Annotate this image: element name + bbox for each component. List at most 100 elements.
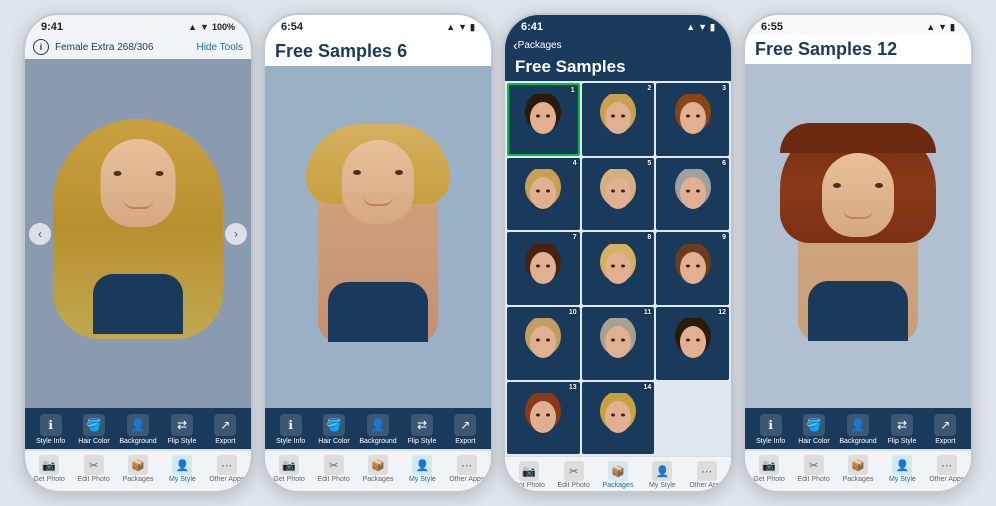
thumb-num-13: 13 bbox=[569, 384, 577, 391]
page-title-4: Free Samples 12 bbox=[755, 39, 961, 60]
tool-export-2[interactable]: ↗ Export bbox=[447, 414, 483, 445]
thumb-num-14: 14 bbox=[644, 384, 652, 391]
arrow-left-1[interactable]: ‹ bbox=[29, 223, 51, 245]
nav-my-style-3[interactable]: 👤 My Style bbox=[644, 461, 680, 489]
nav-label-4-4: Other Apps bbox=[929, 476, 964, 483]
tool-background-2[interactable]: 👤 Background bbox=[359, 414, 396, 445]
nav-packages-2[interactable]: 📦 Packages bbox=[360, 455, 396, 483]
get-photo-icon-4: 📷 bbox=[759, 455, 779, 475]
tool-hair-color-2[interactable]: 🪣 Hair Color bbox=[316, 414, 352, 445]
packages-nav-icon-2: 📦 bbox=[368, 455, 388, 475]
status-bar-2: 6:54 ▲ ▼ ▮ bbox=[265, 15, 491, 35]
wifi-icon-3: ▼ bbox=[698, 22, 707, 32]
smile-1 bbox=[123, 199, 153, 209]
nav-my-style-4[interactable]: 👤 My Style bbox=[884, 455, 920, 483]
nav-edit-photo-3[interactable]: ✂ Edit Photo bbox=[556, 461, 592, 489]
thumb-num-10: 10 bbox=[569, 309, 577, 316]
hair-thumb-1[interactable]: 1 bbox=[507, 83, 580, 156]
hair-thumb-2[interactable]: 2 bbox=[582, 83, 655, 156]
page-title-3: Free Samples bbox=[515, 57, 721, 77]
hair-thumb-3[interactable]: 3 bbox=[656, 83, 729, 156]
thumb-num-5: 5 bbox=[647, 160, 651, 167]
nav-other-apps-4[interactable]: ⋯ Other Apps bbox=[929, 455, 965, 483]
face-1 bbox=[101, 139, 176, 227]
eyes-1 bbox=[113, 171, 163, 176]
battery-icon-3: ▮ bbox=[710, 22, 715, 33]
back-button-3[interactable]: ‹ Packages bbox=[513, 37, 562, 53]
phone-screen-4: 6:55 ▲ ▼ ▮ Free Samples 12 bbox=[743, 13, 973, 493]
thumb-num-12: 12 bbox=[718, 309, 726, 316]
arrow-right-1[interactable]: › bbox=[225, 223, 247, 245]
nav-packages-4[interactable]: 📦 Packages bbox=[840, 455, 876, 483]
tool-flip-style-1[interactable]: ⇄ Flip Style bbox=[164, 414, 200, 445]
nav-label-other-apps-1: Other Apps bbox=[209, 476, 244, 483]
status-icons-1: ▲ ▼ 100% bbox=[188, 22, 235, 32]
tool-label-flip-style-1: Flip Style bbox=[168, 438, 197, 445]
nav-packages-3[interactable]: 📦 Packages bbox=[600, 461, 636, 489]
thumb-num-2: 2 bbox=[647, 85, 651, 92]
tool-style-info-4[interactable]: ℹ Style Info bbox=[753, 414, 789, 445]
nav-label-3-0: Got Photo bbox=[513, 482, 545, 489]
nav-get-photo-1[interactable]: 📷 Get Photo bbox=[31, 455, 67, 483]
edit-photo-nav-icon-2: ✂ bbox=[324, 455, 344, 475]
tool-export-4[interactable]: ↗ Export bbox=[927, 414, 963, 445]
nav-get-photo-2[interactable]: 📷 Get Photo bbox=[271, 455, 307, 483]
nav-label-4-2: Packages bbox=[843, 476, 874, 483]
nav-label-packages-1: Packages bbox=[123, 476, 154, 483]
tool-style-info-2[interactable]: ℹ Style Info bbox=[273, 414, 309, 445]
hair-thumb-12[interactable]: 12 bbox=[656, 307, 729, 380]
export-icon-2: ↗ bbox=[454, 414, 476, 436]
nav-get-photo-4[interactable]: 📷 Get Photo bbox=[751, 455, 787, 483]
nav-edit-photo-1[interactable]: ✂ Edit Photo bbox=[76, 455, 112, 483]
clothing-2 bbox=[328, 282, 428, 342]
tool-label-4-4: Export bbox=[935, 438, 955, 445]
time-2: 6:54 bbox=[281, 21, 303, 33]
nav-got-photo-3[interactable]: 📷 Got Photo bbox=[511, 461, 547, 489]
time-1: 9:41 bbox=[41, 21, 63, 33]
tool-flip-style-4[interactable]: ⇄ Flip Style bbox=[884, 414, 920, 445]
nav-label-4-0: Get Photo bbox=[753, 476, 785, 483]
hair-thumb-6[interactable]: 6 bbox=[656, 158, 729, 231]
hair-thumb-13[interactable]: 13 bbox=[507, 382, 580, 455]
nav-my-style-2[interactable]: 👤 My Style bbox=[404, 455, 440, 483]
hair-thumb-7[interactable]: 7 bbox=[507, 232, 580, 305]
nav-edit-photo-2[interactable]: ✂ Edit Photo bbox=[316, 455, 352, 483]
clothing-1 bbox=[93, 274, 183, 334]
tool-hair-color-1[interactable]: 🪣 Hair Color bbox=[76, 414, 112, 445]
phone-screen-2: 6:54 ▲ ▼ ▮ Free Samples 6 bbox=[263, 13, 493, 493]
nav-label-2-2: Packages bbox=[363, 476, 394, 483]
hair-thumb-11[interactable]: 11 bbox=[582, 307, 655, 380]
tool-flip-style-2[interactable]: ⇄ Flip Style bbox=[404, 414, 440, 445]
nav-my-style-1[interactable]: 👤 My Style bbox=[164, 455, 200, 483]
tool-background-4[interactable]: 👤 Background bbox=[839, 414, 876, 445]
hide-tools-btn[interactable]: Hide Tools bbox=[196, 42, 243, 53]
thumb-num-7: 7 bbox=[573, 234, 577, 241]
hair-thumb-10[interactable]: 10 bbox=[507, 307, 580, 380]
hair-thumb-14[interactable]: 14 bbox=[582, 382, 655, 455]
hair-thumb-4[interactable]: 4 bbox=[507, 158, 580, 231]
nav-label-2-0: Get Photo bbox=[273, 476, 305, 483]
hair-thumb-9[interactable]: 9 bbox=[656, 232, 729, 305]
tool-background-1[interactable]: 👤 Background bbox=[119, 414, 156, 445]
tool-hair-color-4[interactable]: 🪣 Hair Color bbox=[796, 414, 832, 445]
hair-thumb-5[interactable]: 5 bbox=[582, 158, 655, 231]
tool-label-4-3: Flip Style bbox=[888, 438, 917, 445]
hair-thumb-8[interactable]: 8 bbox=[582, 232, 655, 305]
tool-style-info-1[interactable]: ℹ Style Info bbox=[33, 414, 69, 445]
tool-export-1[interactable]: ↗ Export bbox=[207, 414, 243, 445]
status-icons-2: ▲ ▼ ▮ bbox=[446, 22, 475, 33]
nav-label-edit-photo-1: Edit Photo bbox=[77, 476, 109, 483]
nav-edit-photo-4[interactable]: ✂ Edit Photo bbox=[796, 455, 832, 483]
packages-icon-1: 📦 bbox=[128, 455, 148, 475]
nav-packages-1[interactable]: 📦 Packages bbox=[120, 455, 156, 483]
eyes-4 bbox=[833, 183, 883, 188]
phone-screen-3: 6:41 ▲ ▼ ▮ ‹ Packages Free Samples bbox=[503, 13, 733, 493]
nav-other-apps-2[interactable]: ⋯ Other Apps bbox=[449, 455, 485, 483]
nav-label-3-4: Other Apps bbox=[689, 482, 724, 489]
nav-other-apps-3[interactable]: ⋯ Other Apps bbox=[689, 461, 725, 489]
info-icon-1[interactable]: i bbox=[33, 39, 49, 55]
hair-color-icon-1: 🪣 bbox=[83, 414, 105, 436]
content-2: Free Samples 6 bbox=[265, 35, 491, 491]
tool-label-hair-color-1: Hair Color bbox=[78, 438, 110, 445]
nav-other-apps-1[interactable]: ⋯ Other Apps bbox=[209, 455, 245, 483]
